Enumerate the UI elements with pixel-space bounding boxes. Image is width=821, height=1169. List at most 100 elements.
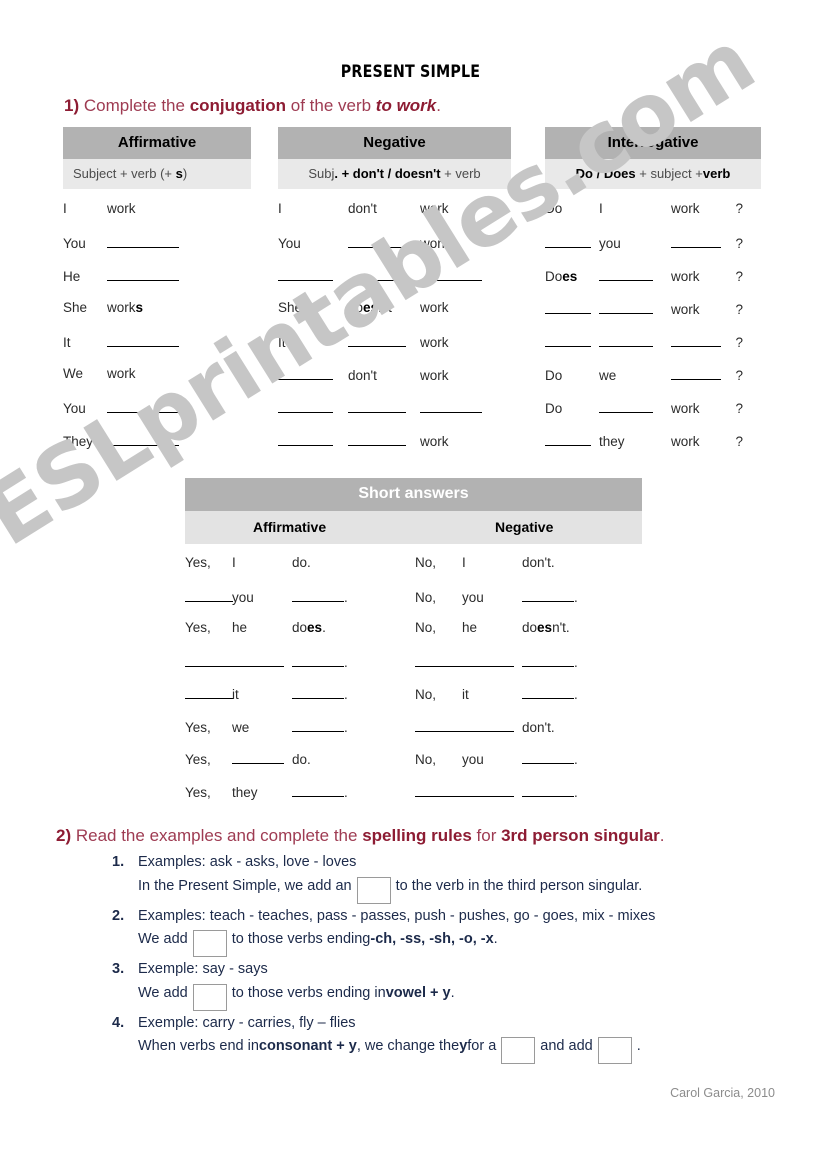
answer-box[interactable] (597, 1037, 632, 1065)
fill-in-blank[interactable] (232, 750, 284, 764)
affirmative-verb-blank (107, 399, 207, 416)
fill-in-blank[interactable] (292, 783, 344, 797)
fill-in-blank[interactable] (107, 234, 179, 248)
fill-in-blank[interactable] (522, 783, 574, 797)
interrogative-question-mark: ? (735, 235, 743, 251)
fill-in-blank[interactable] (185, 653, 233, 667)
short-answer-auxiliary-blank: . (522, 783, 612, 800)
fill-in-blank[interactable] (462, 718, 514, 732)
affirmative-formula: Subject + verb (+ s) (63, 158, 251, 189)
fill-in-blank[interactable] (415, 653, 463, 667)
fill-in-blank[interactable] (522, 653, 574, 667)
short-answer-no: No, (415, 589, 437, 605)
interrogative-subject: we (599, 367, 617, 383)
negative-verb: work (420, 433, 449, 449)
fill-in-blank[interactable] (522, 750, 574, 764)
fill-in-blank[interactable] (545, 333, 591, 347)
fill-in-blank[interactable] (545, 234, 591, 248)
exercise-1-text-c: . (436, 96, 441, 115)
fill-in-blank[interactable] (599, 300, 653, 314)
fill-in-blank[interactable] (545, 432, 591, 446)
fill-in-blank[interactable] (462, 653, 514, 667)
spelling-rule-examples-text: Exemple: carry - carries, fly – flies (138, 1014, 356, 1031)
short-answer-auxiliary-blank: . (292, 653, 382, 670)
rule-text-a: We add (138, 984, 188, 1001)
rule-text-c: for a (467, 1038, 497, 1055)
fill-in-blank[interactable] (185, 685, 233, 699)
fill-in-blank[interactable] (415, 783, 463, 797)
fill-in-blank[interactable] (599, 267, 653, 281)
negative-row (278, 267, 511, 300)
short-answer-yes-blank (185, 653, 233, 670)
short-answers-header: Short answers (185, 478, 642, 511)
fill-in-blank[interactable] (232, 653, 284, 667)
interrogative-formula-a: + subject + (635, 165, 703, 181)
affirmative-subject: We (63, 365, 84, 381)
fill-in-blank[interactable] (420, 399, 482, 413)
author-credit: Carol Garcia, 2010 (670, 1086, 775, 1100)
fill-in-blank[interactable] (278, 366, 333, 380)
fill-in-blank[interactable] (278, 399, 333, 413)
short-answer-pronoun: he (232, 620, 248, 635)
interrogative-auxiliary: Do (545, 200, 563, 216)
short-answer-affirmative: Yes, we. (185, 718, 415, 735)
fill-in-blank[interactable] (671, 333, 721, 347)
fill-in-blank[interactable] (348, 333, 406, 347)
fill-in-blank[interactable] (107, 432, 179, 446)
short-answer-row: Yes, he does. No, he doesn't. (185, 620, 642, 653)
fill-in-blank[interactable] (292, 718, 344, 732)
negative-row: She doesn't work (278, 300, 511, 333)
fill-in-blank[interactable] (420, 267, 482, 281)
short-answer-pronoun: it (462, 687, 469, 702)
fill-in-blank[interactable] (545, 300, 591, 314)
short-answer-pronoun: you (232, 589, 254, 605)
fill-in-blank[interactable] (278, 267, 333, 281)
exercise-2-bold-a: spelling rules (362, 826, 472, 845)
answer-box[interactable] (192, 930, 227, 958)
fill-in-blank[interactable] (671, 234, 721, 248)
negative-row: work (278, 432, 511, 465)
affirmative-subject: He (63, 268, 81, 284)
short-answer-yes: Yes, (185, 719, 211, 735)
fill-in-blank[interactable] (348, 432, 406, 446)
negative-verb: work (420, 235, 449, 251)
negative-column: Negative Subj. + don't / doesn't + verb … (278, 127, 511, 465)
fill-in-blank[interactable] (348, 399, 406, 413)
fill-in-blank[interactable] (348, 234, 406, 248)
exercise-1-text-a: Complete the (79, 96, 190, 115)
short-answer-affirmative: you. (185, 588, 415, 605)
spelling-rule-examples-line: 1. Examples: ask - asks, love - loves (112, 852, 802, 874)
fill-in-blank[interactable] (292, 685, 344, 699)
fill-in-blank[interactable] (522, 588, 574, 602)
affirmative-formula-bold: s (175, 165, 183, 181)
fill-in-blank[interactable] (599, 333, 653, 347)
fill-in-blank[interactable] (292, 588, 344, 602)
fill-in-blank[interactable] (292, 653, 344, 667)
short-answer-pronoun-blank (462, 653, 522, 670)
fill-in-blank[interactable] (107, 267, 179, 281)
short-answer-row: Yes, do. No, you. (185, 750, 642, 783)
fill-in-blank[interactable] (348, 267, 406, 281)
fill-in-blank[interactable] (107, 399, 179, 413)
interrogative-rows: Do Iwork? you? Does work? work?? Do we? Do work? t… (545, 201, 761, 465)
negative-auxiliary-blank (348, 333, 420, 350)
short-answer-pronoun: they (232, 784, 258, 800)
fill-in-blank[interactable] (462, 783, 514, 797)
fill-in-blank[interactable] (107, 333, 179, 347)
fill-in-blank[interactable] (185, 588, 233, 602)
fill-in-blank[interactable] (278, 432, 333, 446)
interrogative-verb: work (671, 433, 700, 449)
answer-box[interactable] (356, 876, 391, 904)
answer-box[interactable] (501, 1037, 536, 1065)
fill-in-blank[interactable] (599, 399, 653, 413)
negative-auxiliary: don't (348, 367, 377, 383)
interrogative-formula-bold-a: Do / Does (575, 165, 636, 181)
fill-in-blank[interactable] (415, 718, 463, 732)
fill-in-blank[interactable] (671, 366, 721, 380)
spelling-rule-number: 4. (112, 1014, 125, 1031)
rule-text-b: , we change the (356, 1038, 460, 1055)
interrogative-row: they work? (545, 432, 761, 465)
fill-in-blank[interactable] (522, 685, 574, 699)
short-answer-no: No, (415, 687, 437, 702)
answer-box[interactable] (192, 983, 227, 1011)
